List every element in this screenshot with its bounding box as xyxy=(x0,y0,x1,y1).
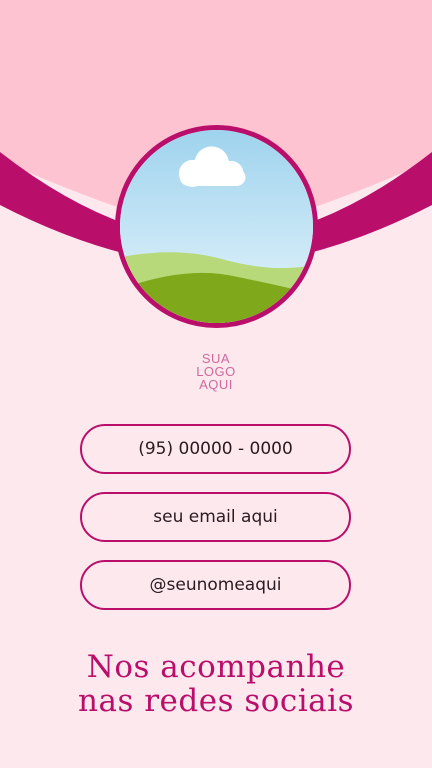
tagline-line-1: Nos acompanhe xyxy=(86,649,346,685)
landscape-icon xyxy=(120,130,313,323)
email-text: seu email aqui xyxy=(153,507,278,527)
email-field[interactable]: seu email aqui xyxy=(80,492,351,542)
tagline: Nos acompanhe nas redes sociais xyxy=(0,650,432,718)
logo-line-3: AQUI xyxy=(199,377,233,392)
phone-text: (95) 00000 - 0000 xyxy=(138,439,293,459)
phone-field[interactable]: (95) 00000 - 0000 xyxy=(80,424,351,474)
social-handle-field[interactable]: @seunomeaqui xyxy=(80,560,351,610)
logo-placeholder: SUA LOGO AQUI xyxy=(0,352,432,391)
tagline-line-2: nas redes sociais xyxy=(78,683,354,719)
photo-placeholder[interactable] xyxy=(115,125,318,328)
social-text: @seunomeaqui xyxy=(149,575,282,595)
